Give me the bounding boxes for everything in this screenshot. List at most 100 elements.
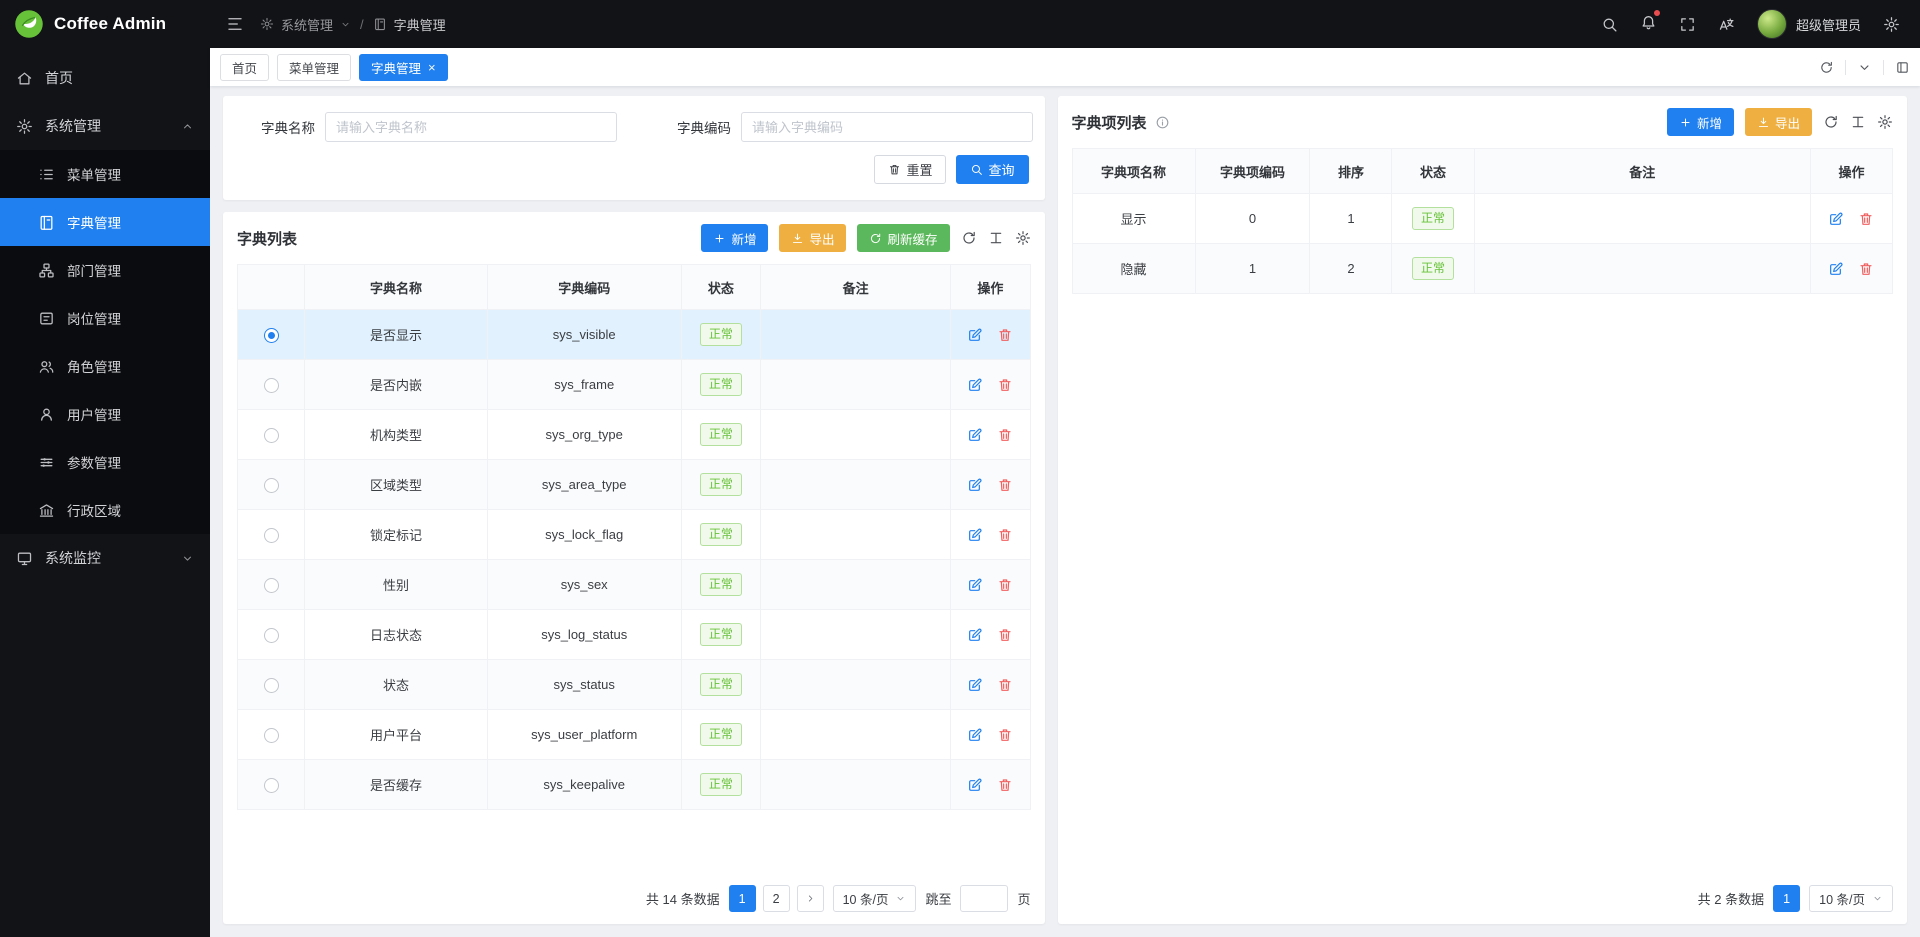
sidebar-item-dict-manage[interactable]: 字典管理 <box>0 198 210 246</box>
dict-code-label: 字典编码 <box>655 117 731 137</box>
jump-page-input[interactable] <box>960 885 1008 912</box>
collapse-sidebar-icon[interactable] <box>226 15 244 33</box>
row-radio[interactable] <box>264 678 279 693</box>
status-badge: 正常 <box>700 773 742 796</box>
translate-icon[interactable] <box>1718 16 1735 33</box>
edit-icon[interactable] <box>967 627 983 643</box>
edit-icon[interactable] <box>967 677 983 693</box>
row-radio[interactable] <box>264 578 279 593</box>
sidebar-item-menu-manage[interactable]: 菜单管理 <box>0 150 210 198</box>
edit-icon[interactable] <box>967 777 983 793</box>
content-layout-icon[interactable] <box>1895 60 1910 75</box>
row-radio[interactable] <box>264 628 279 643</box>
refresh-page-icon[interactable] <box>1819 60 1834 75</box>
edit-icon[interactable] <box>967 377 983 393</box>
reload-table-icon[interactable] <box>961 230 977 246</box>
delete-icon[interactable] <box>1858 261 1874 277</box>
delete-icon[interactable] <box>997 477 1013 493</box>
notifications-button[interactable] <box>1640 13 1657 35</box>
jump-label: 跳至 <box>925 889 951 908</box>
table-row[interactable]: 是否内嵌sys_frame正常 <box>238 360 1031 410</box>
sidebar-item-post-manage[interactable]: 岗位管理 <box>0 294 210 342</box>
edit-icon[interactable] <box>1828 261 1844 277</box>
sidebar-item-dept-manage[interactable]: 部门管理 <box>0 246 210 294</box>
add-dict-button[interactable]: 新增 <box>701 224 768 252</box>
reset-button[interactable]: 重置 <box>874 155 946 184</box>
tab-dict-manage[interactable]: 字典管理× <box>359 54 448 81</box>
delete-icon[interactable] <box>997 527 1013 543</box>
table-row[interactable]: 区域类型sys_area_type正常 <box>238 460 1031 510</box>
edit-icon[interactable] <box>967 477 983 493</box>
table-row[interactable]: 日志状态sys_log_status正常 <box>238 610 1031 660</box>
table-row[interactable]: 机构类型sys_org_type正常 <box>238 410 1031 460</box>
tab-menu-manage[interactable]: 菜单管理 <box>277 54 351 81</box>
delete-icon[interactable] <box>997 677 1013 693</box>
edit-icon[interactable] <box>967 427 983 443</box>
table-row[interactable]: 显示01正常 <box>1072 194 1893 244</box>
avatar <box>1757 9 1787 39</box>
page-size-select[interactable]: 10 条/页 <box>833 885 917 912</box>
table-row[interactable]: 是否缓存sys_keepalive正常 <box>238 760 1031 810</box>
delete-icon[interactable] <box>997 327 1013 343</box>
row-radio[interactable] <box>264 778 279 793</box>
tab-options-chevron-icon[interactable] <box>1857 60 1872 75</box>
table-row[interactable]: 隐藏12正常 <box>1072 244 1893 294</box>
refresh-cache-button[interactable]: 刷新缓存 <box>857 224 949 252</box>
add-dict-item-button[interactable]: 新增 <box>1667 108 1734 136</box>
sidebar-item-region[interactable]: 行政区域 <box>0 486 210 534</box>
dict-code-cell: sys_keepalive <box>487 760 681 810</box>
table-row[interactable]: 是否显示sys_visible正常 <box>238 310 1031 360</box>
sidebar-item-role-manage[interactable]: 角色管理 <box>0 342 210 390</box>
edit-icon[interactable] <box>1828 211 1844 227</box>
reload-table-icon[interactable] <box>1823 114 1839 130</box>
edit-icon[interactable] <box>967 577 983 593</box>
row-radio[interactable] <box>264 478 279 493</box>
user-menu[interactable]: 超级管理员 <box>1757 9 1861 39</box>
density-icon[interactable] <box>988 230 1004 246</box>
delete-icon[interactable] <box>997 627 1013 643</box>
edit-icon[interactable] <box>967 727 983 743</box>
dict-name-input[interactable] <box>325 112 617 142</box>
query-button[interactable]: 查询 <box>956 155 1028 184</box>
delete-icon[interactable] <box>997 377 1013 393</box>
delete-icon[interactable] <box>997 727 1013 743</box>
delete-icon[interactable] <box>997 427 1013 443</box>
table-row[interactable]: 锁定标记sys_lock_flag正常 <box>238 510 1031 560</box>
sidebar-item-user-manage[interactable]: 用户管理 <box>0 390 210 438</box>
fullscreen-icon[interactable] <box>1679 16 1696 33</box>
breadcrumb-dict-manage[interactable]: 字典管理 <box>394 15 446 34</box>
search-icon[interactable] <box>1601 16 1618 33</box>
next-page-button[interactable] <box>797 885 824 912</box>
sidebar-item-home[interactable]: 首页 <box>0 54 210 102</box>
row-radio[interactable] <box>264 428 279 443</box>
sidebar-item-param-manage[interactable]: 参数管理 <box>0 438 210 486</box>
close-icon[interactable]: × <box>428 61 436 74</box>
delete-icon[interactable] <box>1858 211 1874 227</box>
table-row[interactable]: 用户平台sys_user_platform正常 <box>238 710 1031 760</box>
row-radio[interactable] <box>264 328 279 343</box>
settings-gear-icon[interactable] <box>1883 16 1900 33</box>
page-size-select[interactable]: 10 条/页 <box>1809 885 1893 912</box>
table-row[interactable]: 状态sys_status正常 <box>238 660 1031 710</box>
edit-icon[interactable] <box>967 327 983 343</box>
page-button-1[interactable]: 1 <box>729 885 756 912</box>
row-radio[interactable] <box>264 728 279 743</box>
sidebar-item-system-monitor[interactable]: 系统监控 <box>0 534 210 582</box>
page-button-1[interactable]: 1 <box>1773 885 1800 912</box>
column-settings-icon[interactable] <box>1877 114 1893 130</box>
page-button-2[interactable]: 2 <box>763 885 790 912</box>
table-row[interactable]: 性别sys_sex正常 <box>238 560 1031 610</box>
delete-icon[interactable] <box>997 577 1013 593</box>
export-dict-button[interactable]: 导出 <box>779 224 846 252</box>
delete-icon[interactable] <box>997 777 1013 793</box>
row-radio[interactable] <box>264 528 279 543</box>
density-icon[interactable] <box>1850 114 1866 130</box>
sidebar-item-system-manage[interactable]: 系统管理 <box>0 102 210 150</box>
breadcrumb-system-manage[interactable]: 系统管理 <box>281 15 333 34</box>
edit-icon[interactable] <box>967 527 983 543</box>
row-radio[interactable] <box>264 378 279 393</box>
column-settings-icon[interactable] <box>1015 230 1031 246</box>
tab-home[interactable]: 首页 <box>220 54 269 81</box>
dict-code-input[interactable] <box>741 112 1033 142</box>
export-dict-item-button[interactable]: 导出 <box>1745 108 1812 136</box>
